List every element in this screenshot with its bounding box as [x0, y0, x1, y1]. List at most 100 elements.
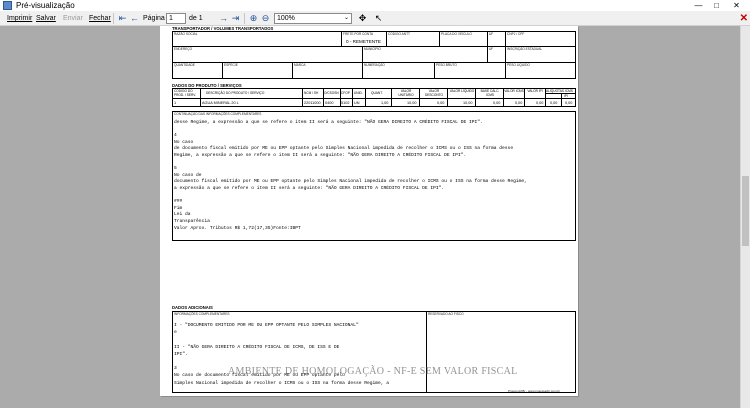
text-line: 4 — [174, 133, 177, 139]
endereco-label: ENDEREÇO — [174, 47, 193, 51]
preview-viewport[interactable]: TRANSPORTADOR / VOLUMES TRANSPORTADOS RA… — [0, 26, 740, 408]
product-cell: 22011000 — [304, 101, 321, 105]
quantidade-label: QUANTIDADE — [174, 63, 195, 67]
product-cell: 0400 — [325, 101, 334, 105]
ie-label: INSCRIÇÃO ESTADUAL — [507, 47, 543, 51]
page-input[interactable]: 1 — [166, 13, 186, 24]
send-button[interactable]: Enviar — [63, 11, 83, 26]
save-button[interactable]: Salvar — [36, 11, 56, 26]
product-header: DESCRIÇÃO DO PRODUTO / SERVIÇO — [206, 91, 265, 95]
watermark: AMBIENTE DE HOMOLOGAÇÃO - NF-E SEM VALOR… — [228, 366, 518, 377]
product-header: UNID. — [354, 91, 363, 95]
product-cell: UN — [354, 101, 360, 105]
complement-continuation-box — [172, 111, 576, 241]
page-label: Página — [143, 15, 165, 22]
footer-text: Projeto ACBr - www.projetoacbr.com.br — [508, 389, 561, 393]
product-header: CÓDIGO DO PROD. / SERV. — [174, 89, 196, 97]
last-page-icon[interactable]: ⇥ — [230, 13, 241, 24]
frete-value: 0 - REMETENTE — [346, 39, 381, 44]
uf-label: UF — [489, 32, 494, 36]
pan-tool-icon[interactable]: ✥ — [357, 13, 368, 24]
product-header: VALOR UNITÁRIO — [398, 89, 414, 97]
text-line: IPI". — [174, 351, 188, 357]
text-line: 5 — [174, 166, 177, 172]
product-header: O/CSOSN — [324, 91, 339, 95]
product-cell: 1,00 — [381, 101, 389, 105]
product-header: IPI — [564, 94, 568, 98]
product-header: VALOR LÍQUIDO — [449, 89, 475, 93]
scrollbar-thumb[interactable] — [742, 176, 749, 246]
zoom-out-icon[interactable]: ⊖ — [260, 13, 271, 24]
text-line: e — [174, 330, 177, 336]
text-line: Fim — [174, 205, 183, 211]
product-header: CFOP — [341, 91, 350, 95]
product-cell: 0,00 — [515, 101, 523, 105]
text-line: No caso de — [174, 172, 202, 178]
vertical-scrollbar[interactable] — [740, 26, 750, 408]
maximize-button[interactable]: □ — [708, 0, 725, 11]
razao-social-label: RAZÃO SOCIAL — [174, 32, 198, 36]
product-cell: 0,00 — [493, 101, 501, 105]
next-page-icon[interactable]: → — [218, 13, 229, 24]
product-cell: AGUA MINERAL 20 L — [202, 101, 239, 105]
text-line: Valor Aprox. Tributos R$ 1,72(17,35)Font… — [174, 225, 301, 231]
text-line: de documento fiscal emitido por ME ou EP… — [174, 146, 514, 152]
additional-section-title: DADOS ADICIONAIS — [172, 305, 213, 310]
title-bar: Pré-visualização — □ ✕ — [0, 0, 750, 11]
text-line: documento fiscal emitido por ME ou EPP o… — [174, 179, 527, 185]
frete-label: FRETE POR CONTA — [343, 32, 374, 36]
product-cell: 1 — [174, 101, 177, 105]
cnpj-label: CNPJ / CPF — [507, 32, 525, 36]
uf2-label: UF — [489, 47, 494, 51]
text-line: II - "NÃO GERA DIREITO A CRÉDITO FISCAL … — [174, 344, 340, 350]
toolbar-separator — [244, 13, 245, 24]
product-header: ALÍQUOTAS ICMS — [546, 89, 573, 93]
close-button[interactable]: ✕ — [728, 0, 745, 11]
text-line: Transparência — [174, 219, 210, 224]
placa-label: PLACA DO VEÍCULO — [441, 32, 472, 36]
zoom-in-icon[interactable]: ⊕ — [248, 13, 259, 24]
reservado-fisco-label: RESERVADO AO FISCO — [428, 312, 464, 316]
info-complementares-label: INFORMAÇÕES COMPLEMENTARES — [174, 312, 230, 316]
product-header: VALOR IPI — [527, 89, 543, 93]
text-line: I - "DOCUMENTO EMITIDO POR ME OU EPP OPT… — [174, 323, 359, 328]
text-line: desse Regime, a expressão a que se refer… — [174, 120, 483, 125]
product-cell: 10,00 — [407, 101, 417, 105]
close-icon[interactable]: ✕ — [740, 13, 748, 24]
window-title: Pré-visualização — [16, 1, 75, 10]
product-header: BASE CÁLC. ICMS — [480, 89, 500, 97]
product-cell: 5102 — [341, 101, 350, 105]
close-preview-button[interactable]: Fechar — [89, 11, 111, 26]
zoom-select[interactable]: 100% ⌄ — [274, 13, 352, 24]
product-cell: 0,00 — [550, 101, 558, 105]
text-line: Regime, a expressão a que se refere o it… — [174, 153, 467, 158]
marca-label: MARCA — [294, 63, 306, 67]
municipio-label: MUNICÍPIO — [364, 47, 381, 51]
text-line: Lei da — [174, 212, 191, 218]
previous-page-icon[interactable]: ← — [129, 13, 140, 24]
pointer-tool-icon[interactable]: ↖ — [373, 13, 384, 24]
print-button[interactable]: Imprimir — [7, 11, 32, 26]
toolbar-separator — [113, 13, 114, 24]
text-line: ### — [174, 199, 183, 205]
page-count-label: de 1 — [189, 15, 203, 22]
preview-toolbar: Imprimir Salvar Enviar Fechar ⇤ ← Página… — [0, 11, 750, 26]
first-page-icon[interactable]: ⇤ — [117, 13, 128, 24]
product-cell: 0,00 — [536, 101, 544, 105]
minimize-button[interactable]: — — [690, 0, 707, 11]
antt-label: CÓDIGO ANTT — [388, 32, 410, 36]
peso-liquido-label: PESO LÍQUIDO — [507, 63, 530, 67]
text-line: 3 — [174, 366, 177, 372]
especie-label: ESPÉCIE — [224, 63, 238, 67]
product-header: VALOR DESCONTO — [424, 89, 443, 97]
product-cell: 0,00 — [437, 101, 445, 105]
danfe-page: TRANSPORTADOR / VOLUMES TRANSPORTADOS RA… — [160, 26, 578, 396]
product-header: VALOR ICMS — [504, 89, 524, 93]
text-line: a expressão a que se refere o item II se… — [174, 186, 445, 191]
chevron-down-icon: ⌄ — [343, 15, 349, 21]
app-icon — [3, 1, 12, 10]
product-header: QUANT. — [371, 91, 383, 95]
text-line: Simples Nacional impedida de recolher o … — [174, 380, 390, 386]
zoom-value: 100% — [277, 15, 295, 22]
product-header: NCM / SH — [304, 91, 319, 95]
